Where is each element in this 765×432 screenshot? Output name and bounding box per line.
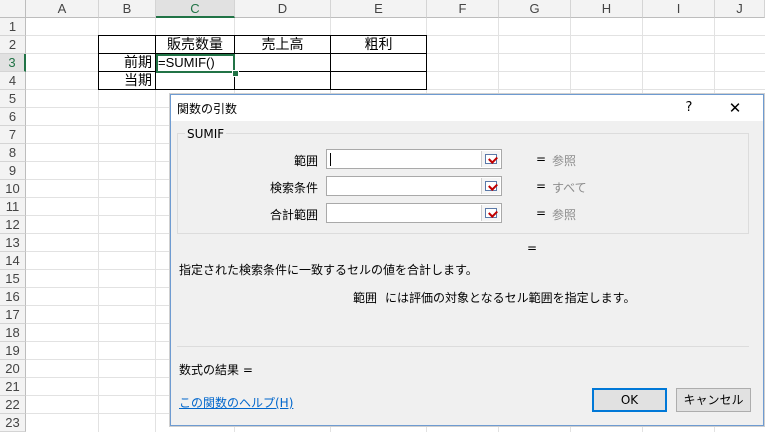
function-description: 指定された検索条件に一致するセルの値を合計します。 (179, 263, 478, 277)
arg-hint: 参照 (552, 208, 577, 222)
column-header-c[interactable]: C (156, 0, 235, 18)
row-header-22[interactable]: 22 (0, 396, 26, 414)
row-header-15[interactable]: 15 (0, 270, 26, 288)
column-header-e[interactable]: E (331, 0, 427, 18)
row-header-6[interactable]: 6 (0, 108, 26, 126)
arg-label-range: 範囲 (293, 154, 318, 168)
cell-d2[interactable]: 売上高 (235, 36, 330, 54)
range-input[interactable] (326, 149, 502, 169)
row-header-9[interactable]: 9 (0, 162, 26, 180)
row-header-11[interactable]: 11 (0, 198, 26, 216)
ok-button[interactable]: OK (592, 388, 667, 412)
arg-equals: = (536, 206, 547, 220)
column-header-g[interactable]: G (499, 0, 571, 18)
row-header-8[interactable]: 8 (0, 144, 26, 162)
fill-handle[interactable] (232, 70, 239, 77)
formula-result: 数式の結果 = (179, 363, 253, 377)
row-header-10[interactable]: 10 (0, 180, 26, 198)
row-header-3[interactable]: 3 (0, 54, 26, 72)
divider (177, 346, 749, 347)
arg-description-text: には評価の対象となるセル範囲を指定します。 (385, 291, 636, 305)
arg-equals: = (536, 152, 547, 166)
row-header-21[interactable]: 21 (0, 378, 26, 396)
function-arguments-group: 範囲 = 参照 検索条件 = すべて 合計範囲 = 参照 (177, 133, 749, 234)
row-header-7[interactable]: 7 (0, 126, 26, 144)
collapse-dialog-icon[interactable] (481, 178, 500, 194)
column-header-a[interactable]: A (26, 0, 99, 18)
arg-hint: 参照 (552, 154, 577, 168)
row-header-1[interactable]: 1 (0, 18, 26, 36)
dialog-titlebar[interactable]: 関数の引数 ? ✕ (171, 95, 763, 121)
column-header-f[interactable]: F (427, 0, 499, 18)
sum-range-input[interactable] (326, 203, 502, 223)
row-header-18[interactable]: 18 (0, 324, 26, 342)
arg-label-sum-range: 合計範囲 (269, 208, 318, 222)
row-header-13[interactable]: 13 (0, 234, 26, 252)
row-header-5[interactable]: 5 (0, 90, 26, 108)
criteria-input[interactable] (326, 176, 502, 196)
row-header-4[interactable]: 4 (0, 72, 26, 90)
cell-b4[interactable]: 当期 (99, 72, 152, 90)
arg-label-criteria: 検索条件 (269, 181, 318, 195)
cell-b3[interactable]: 前期 (99, 54, 152, 72)
function-arguments-dialog: 関数の引数 ? ✕ 範囲 = 参照 検索条件 = すべて 合計範囲 = 参照 S… (170, 94, 764, 426)
arg-hint: すべて (552, 181, 587, 195)
function-name-label: SUMIF (185, 127, 227, 141)
collapse-dialog-icon[interactable] (481, 151, 500, 167)
row-header-19[interactable]: 19 (0, 342, 26, 360)
row-header-12[interactable]: 12 (0, 216, 26, 234)
row-header-23[interactable]: 23 (0, 414, 26, 432)
close-button[interactable]: ✕ (723, 98, 747, 118)
row-header-20[interactable]: 20 (0, 360, 26, 378)
help-button[interactable]: ? (679, 98, 699, 118)
cell-c2[interactable]: 販売数量 (156, 36, 234, 54)
arg-description-name: 範囲 (353, 291, 378, 305)
row-header-16[interactable]: 16 (0, 288, 26, 306)
row-header-17[interactable]: 17 (0, 306, 26, 324)
column-header-b[interactable]: B (99, 0, 156, 18)
text-caret (330, 153, 331, 166)
column-header-h[interactable]: H (571, 0, 643, 18)
cell-e2[interactable]: 粗利 (331, 36, 426, 54)
column-header-d[interactable]: D (235, 0, 331, 18)
table-border (426, 35, 427, 90)
select-all-corner[interactable] (0, 0, 26, 18)
help-link[interactable]: この関数のヘルプ(H) (179, 394, 293, 411)
cancel-button[interactable]: キャンセル (676, 388, 751, 412)
row-header-14[interactable]: 14 (0, 252, 26, 270)
dialog-title: 関数の引数 (177, 102, 238, 116)
result-equals: = (527, 241, 538, 255)
active-cell-cursor (156, 54, 235, 73)
collapse-dialog-icon[interactable] (481, 205, 500, 221)
column-header-i[interactable]: I (643, 0, 715, 18)
arg-equals: = (536, 179, 547, 193)
row-header-2[interactable]: 2 (0, 36, 26, 54)
column-header-j[interactable]: J (715, 0, 765, 18)
